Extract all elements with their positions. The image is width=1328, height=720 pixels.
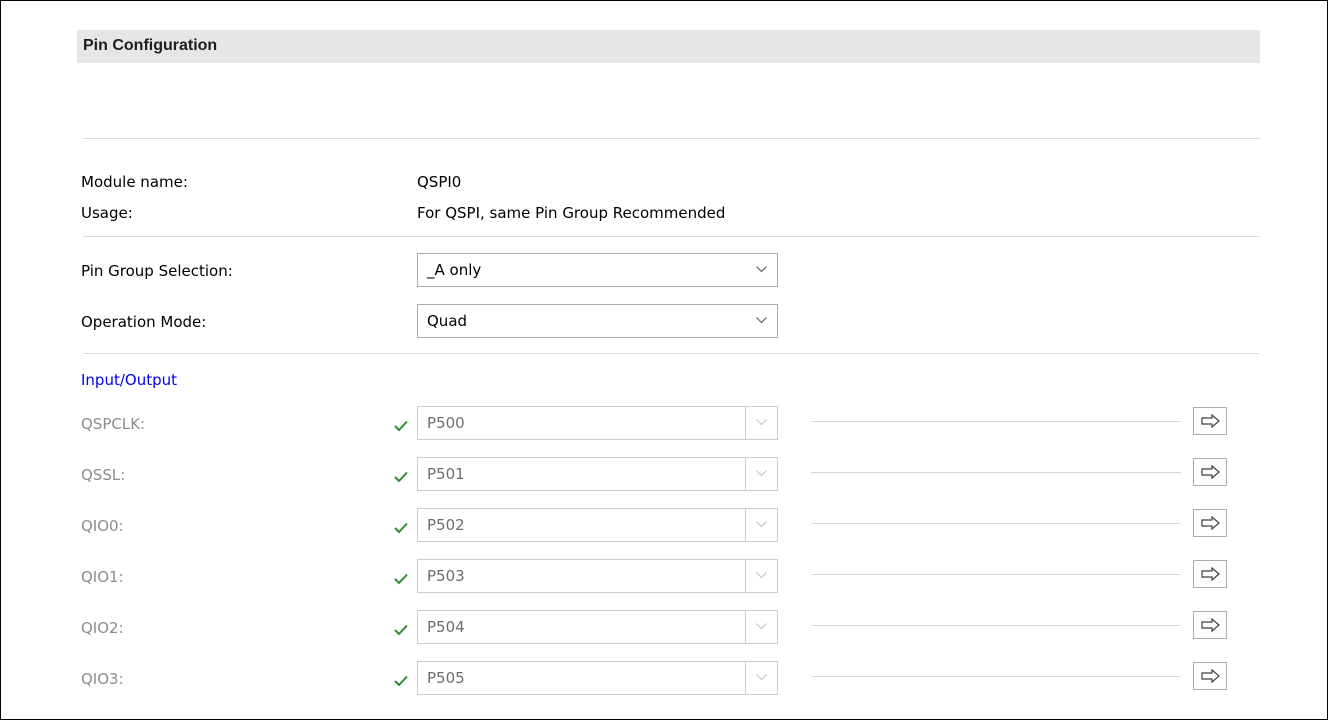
chevron-down-icon bbox=[745, 662, 777, 694]
pin-select-qspclk[interactable]: P500 bbox=[417, 406, 778, 440]
checkmark-icon bbox=[394, 420, 408, 432]
pin-label: QIO2: bbox=[81, 619, 124, 637]
pin-select-value: P505 bbox=[427, 669, 465, 687]
checkmark-icon bbox=[394, 573, 408, 585]
pin-label: QIO0: bbox=[81, 517, 124, 535]
pin-connector-line bbox=[811, 574, 1181, 575]
pin-group-selection-dropdown[interactable]: _A only bbox=[417, 253, 778, 287]
pin-select-qio0[interactable]: P502 bbox=[417, 508, 778, 542]
operation-mode-value: Quad bbox=[427, 312, 468, 330]
pin-label: QSPCLK: bbox=[81, 415, 146, 433]
chevron-down-icon[interactable] bbox=[745, 254, 777, 286]
pin-connector-line bbox=[811, 472, 1181, 473]
pin-select-value: P504 bbox=[427, 618, 465, 636]
pin-select-value: P503 bbox=[427, 567, 465, 585]
navigate-pin-button[interactable] bbox=[1193, 560, 1227, 588]
pin-label: QIO1: bbox=[81, 568, 124, 586]
pin-select-qssl[interactable]: P501 bbox=[417, 457, 778, 491]
checkmark-icon bbox=[394, 675, 408, 687]
pin-connector-line bbox=[811, 676, 1181, 677]
chevron-down-icon bbox=[745, 560, 777, 592]
pin-label: QIO3: bbox=[81, 670, 124, 688]
checkmark-icon bbox=[394, 471, 408, 483]
usage-label: Usage: bbox=[81, 204, 133, 222]
chevron-down-icon bbox=[745, 509, 777, 541]
section-title: Pin Configuration bbox=[83, 37, 218, 54]
pin-connector-line bbox=[811, 523, 1181, 524]
usage-value: For QSPI, same Pin Group Recommended bbox=[417, 204, 726, 222]
pin-connector-line bbox=[811, 625, 1181, 626]
navigate-pin-button[interactable] bbox=[1193, 407, 1227, 435]
pin-label: QSSL: bbox=[81, 466, 126, 484]
divider bbox=[83, 236, 1260, 237]
pin-configuration-panel: Pin Configuration Module name: QSPI0 Usa… bbox=[0, 0, 1328, 720]
pin-select-value: P502 bbox=[427, 516, 465, 534]
pin-select-qio3[interactable]: P505 bbox=[417, 661, 778, 695]
arrow-right-icon bbox=[1201, 618, 1220, 632]
section-header: Pin Configuration bbox=[77, 30, 1260, 63]
arrow-right-icon bbox=[1201, 516, 1220, 530]
pin-group-selection-value: _A only bbox=[427, 261, 482, 279]
arrow-right-icon bbox=[1201, 567, 1220, 581]
pin-select-value: P500 bbox=[427, 414, 465, 432]
operation-mode-dropdown[interactable]: Quad bbox=[417, 304, 778, 338]
chevron-down-icon bbox=[745, 611, 777, 643]
arrow-right-icon bbox=[1201, 669, 1220, 683]
chevron-down-icon bbox=[745, 407, 777, 439]
arrow-right-icon bbox=[1201, 414, 1220, 428]
module-name-label: Module name: bbox=[81, 173, 188, 191]
checkmark-icon bbox=[394, 522, 408, 534]
input-output-header[interactable]: Input/Output bbox=[81, 371, 177, 389]
pin-select-value: P501 bbox=[427, 465, 465, 483]
pin-connector-line bbox=[811, 421, 1181, 422]
checkmark-icon bbox=[394, 624, 408, 636]
chevron-down-icon[interactable] bbox=[745, 305, 777, 337]
divider bbox=[83, 138, 1260, 139]
arrow-right-icon bbox=[1201, 465, 1220, 479]
pin-select-qio1[interactable]: P503 bbox=[417, 559, 778, 593]
divider bbox=[83, 353, 1260, 354]
navigate-pin-button[interactable] bbox=[1193, 458, 1227, 486]
navigate-pin-button[interactable] bbox=[1193, 611, 1227, 639]
chevron-down-icon bbox=[745, 458, 777, 490]
navigate-pin-button[interactable] bbox=[1193, 509, 1227, 537]
module-name-value: QSPI0 bbox=[417, 173, 462, 191]
navigate-pin-button[interactable] bbox=[1193, 662, 1227, 690]
pin-group-selection-label: Pin Group Selection: bbox=[81, 262, 233, 280]
operation-mode-label: Operation Mode: bbox=[81, 313, 207, 331]
pin-select-qio2[interactable]: P504 bbox=[417, 610, 778, 644]
